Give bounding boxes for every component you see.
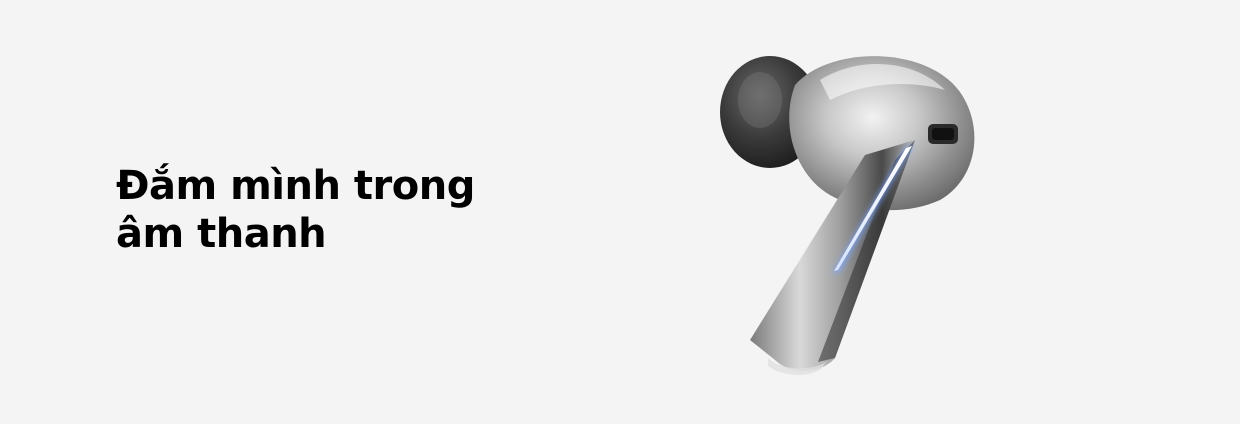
headline-line-2: âm thanh [116, 211, 327, 257]
earbud-image [720, 56, 975, 375]
hero-banner: Đắm mình trong âm thanh [0, 0, 1240, 424]
headline-line-1: Đắm mình trong [116, 163, 475, 209]
hero-headline: Đắm mình trong âm thanh [116, 162, 536, 258]
